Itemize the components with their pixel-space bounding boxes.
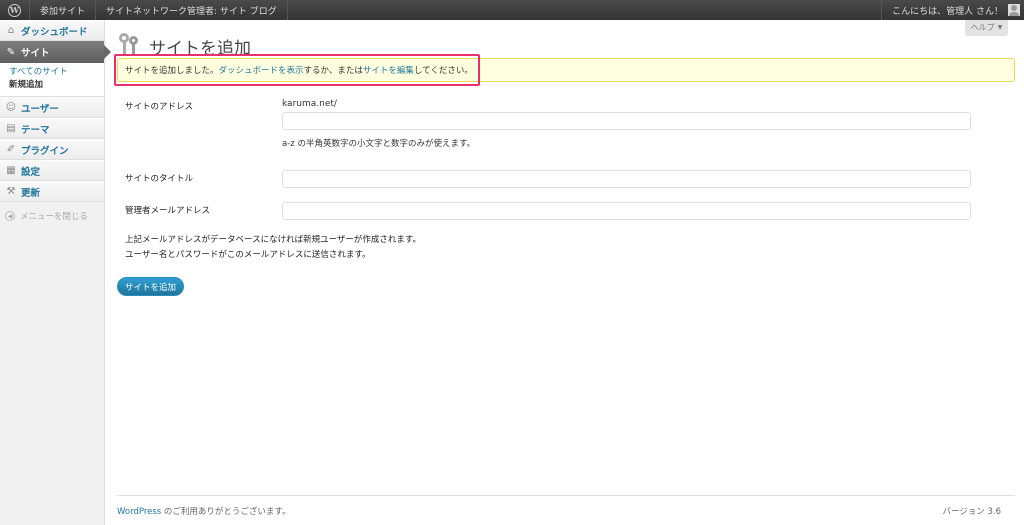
menu-updates-label: 更新 (21, 187, 41, 199)
sites-keys-icon (117, 31, 143, 57)
menu-sites-label: サイト (21, 48, 50, 59)
collapse-menu-button[interactable]: ◀ メニューを閉じる (0, 206, 104, 226)
site-title-input[interactable] (282, 170, 971, 188)
menu-settings-label: 設定 (21, 166, 41, 178)
admin-bar: W 参加サイト サイトネットワーク管理者: サイト ブログ こんにちは、管理人 … (0, 0, 1024, 20)
menu-dashboard[interactable]: ⌂ ダッシュボード (0, 20, 104, 41)
menu-dashboard-label: ダッシュボード (21, 26, 88, 38)
form-note-line-2: ユーザー名とパスワードがこのメールアドレスに送信されます。 (125, 250, 371, 260)
wp-logo-menu[interactable]: W (0, 0, 30, 20)
form-note-line-1: 上記メールアドレスがデータベースになければ新規ユーザーが作成されます。 (125, 235, 422, 245)
wordpress-logo-icon: W (8, 3, 21, 17)
admin-sidebar: ⌂ ダッシュボード ✎ サイト すべてのサイト 新規追加 ☺ ユーザー ▤ テー… (0, 20, 111, 525)
admin-email-input[interactable] (282, 202, 971, 220)
site-address-description: a-z の半角英数字の小文字と数字のみが使えます。 (282, 139, 476, 149)
menu-sites[interactable]: ✎ サイト (0, 41, 111, 63)
submenu-all-sites[interactable]: すべてのサイト (0, 66, 104, 79)
main-content: ヘルプ ▼ サイトを追加 サイトを追加しました。 ダッシュボードを表示 するか、… (114, 20, 1015, 525)
collapse-arrow-icon: ◀ (5, 211, 15, 221)
menu-themes-label: テーマ (21, 124, 50, 136)
help-label: ヘルプ (970, 23, 995, 32)
plugins-icon: ✐ (6, 144, 16, 155)
home-icon: ⌂ (7, 25, 15, 36)
chevron-down-icon: ▼ (997, 24, 1003, 31)
menu-users[interactable]: ☺ ユーザー (0, 97, 104, 118)
menu-settings[interactable]: ▦ 設定 (0, 160, 104, 181)
network-admin-menu[interactable]: サイトネットワーク管理者: サイト ブログ (96, 0, 288, 20)
sites-submenu: すべてのサイト 新規追加 (0, 63, 104, 97)
site-address-input[interactable] (282, 112, 971, 130)
avatar (1008, 4, 1020, 16)
admin-email-label: 管理者メールアドレス (125, 206, 211, 216)
menu-users-label: ユーザー (21, 103, 59, 115)
add-site-button[interactable]: サイトを追加 (117, 277, 184, 296)
site-title-label: サイトのタイトル (125, 174, 194, 184)
menu-updates[interactable]: ⚒ 更新 (0, 181, 104, 202)
users-icon: ☺ (5, 102, 17, 113)
updates-icon: ⚒ (6, 186, 16, 197)
highlight-annotation (114, 54, 480, 86)
wordpress-link[interactable]: WordPress (117, 507, 161, 517)
collapse-menu-label: メニューを閉じる (20, 212, 89, 222)
site-address-label: サイトのアドレス (125, 102, 194, 112)
footer-divider (117, 495, 1015, 496)
footer-thanks: WordPress のご利用ありがとうございます。 (117, 505, 291, 517)
settings-icon: ▦ (6, 165, 16, 176)
footer-thanks-text: のご利用ありがとうございます。 (161, 507, 291, 517)
menu-plugins-label: プラグイン (21, 145, 69, 157)
menu-plugins[interactable]: ✐ プラグイン (0, 139, 104, 160)
menu-themes[interactable]: ▤ テーマ (0, 118, 104, 139)
account-menu[interactable]: こんにちは、管理人 さん！ (881, 0, 1024, 20)
themes-icon: ▤ (6, 123, 16, 134)
my-sites-menu[interactable]: 参加サイト (30, 0, 97, 20)
help-tab-button[interactable]: ヘルプ ▼ (965, 20, 1008, 36)
domain-prefix: karuma.net/ (282, 99, 337, 109)
greeting-text: こんにちは、管理人 さん！ (892, 6, 1003, 17)
sites-icon: ✎ (6, 46, 16, 58)
submenu-add-new[interactable]: 新規追加 (0, 79, 104, 92)
footer-version: バージョン 3.6 (942, 507, 1001, 517)
form-note: 上記メールアドレスがデータベースになければ新規ユーザーが作成されます。 ユーザー… (125, 233, 421, 263)
